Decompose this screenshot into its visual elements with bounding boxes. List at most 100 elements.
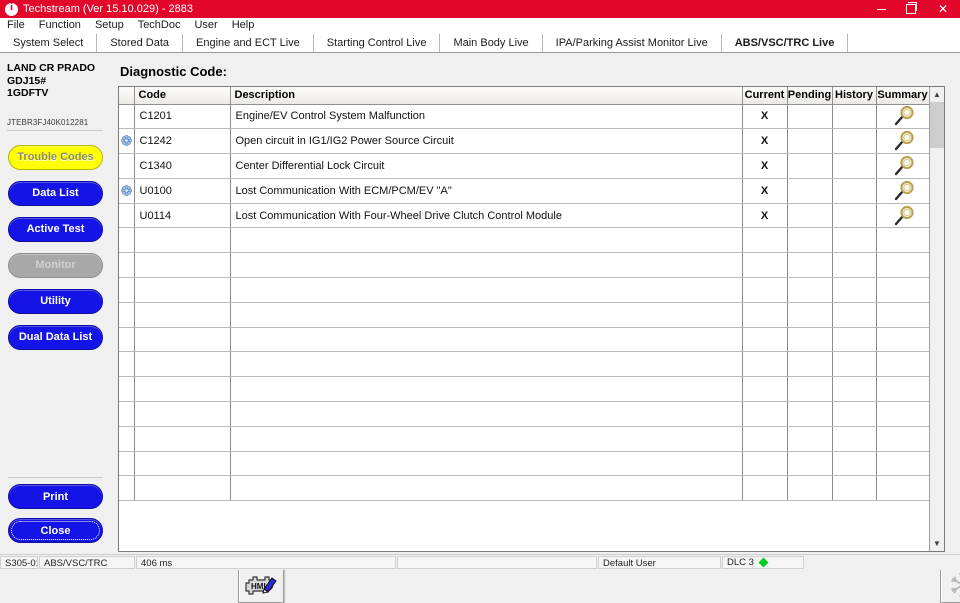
cell-history xyxy=(832,376,877,403)
col-header-pending[interactable]: Pending xyxy=(787,87,833,105)
cell-code xyxy=(134,351,231,378)
tab-starting-control-live[interactable]: Starting Control Live xyxy=(314,34,441,52)
table-row-empty[interactable] xyxy=(119,327,929,353)
status-spacer xyxy=(397,556,597,569)
table-row-empty[interactable] xyxy=(119,401,929,427)
close-button[interactable]: Close xyxy=(8,518,103,543)
vehicle-code: GDJ15# xyxy=(7,74,47,87)
magnifier-icon[interactable] xyxy=(890,205,916,227)
minimize-icon[interactable] xyxy=(866,0,896,18)
magnifier-icon[interactable] xyxy=(890,130,916,152)
table-row-empty[interactable] xyxy=(119,252,929,279)
sidebar-item-data-list[interactable]: Data List xyxy=(8,180,103,206)
cell-summary[interactable] xyxy=(876,178,929,204)
tab-system-select[interactable]: System Select xyxy=(0,34,98,52)
cell-history xyxy=(832,178,877,204)
cell-pending xyxy=(787,327,833,353)
cell-flag xyxy=(119,376,135,403)
vertical-scrollbar[interactable]: ▲ ▼ xyxy=(929,87,944,551)
menu-item-setup[interactable]: Setup xyxy=(88,18,131,33)
cell-code xyxy=(134,401,231,427)
techstream-circle-icon xyxy=(5,2,18,16)
cell-summary[interactable] xyxy=(876,203,929,229)
engine-mil-edit-button[interactable]: HMI xyxy=(238,567,284,603)
menu-item-file[interactable]: File xyxy=(0,18,32,33)
cell-summary[interactable] xyxy=(876,128,929,155)
cell-current xyxy=(742,277,788,303)
col-header-current[interactable]: Current xyxy=(742,87,788,105)
tab-stored-data[interactable]: Stored Data xyxy=(97,34,184,52)
magnifier-icon[interactable] xyxy=(890,105,916,127)
cell-code xyxy=(134,227,231,254)
cell-flag[interactable] xyxy=(119,178,135,204)
cell-flag xyxy=(119,252,135,279)
sidebar-item-utility[interactable]: Utility xyxy=(8,288,103,314)
sidebar-item-active-test[interactable]: Active Test xyxy=(8,216,103,242)
table-row[interactable]: C1242 Open circuit in IG1/IG2 Power Sourc… xyxy=(119,128,929,155)
cell-current xyxy=(742,401,788,427)
cell-code xyxy=(134,252,231,279)
table-row[interactable]: C1340 Center Differential Lock Circuit X xyxy=(119,153,929,179)
cell-code xyxy=(134,426,231,452)
cell-pending xyxy=(787,153,833,179)
menu-item-help[interactable]: Help xyxy=(225,18,262,33)
cell-flag[interactable] xyxy=(119,128,135,155)
table-row-empty[interactable] xyxy=(119,302,929,328)
engine-mil-edit-icon: HMI xyxy=(245,576,277,595)
scroll-up-arrow[interactable]: ▲ xyxy=(930,87,944,102)
freeze-frame-icon[interactable] xyxy=(120,184,132,196)
table-row-empty[interactable] xyxy=(119,451,929,477)
col-header-description[interactable]: Description xyxy=(230,87,743,105)
col-header-summary[interactable]: Summary xyxy=(876,87,929,105)
table-row[interactable]: U0100 Lost Communication With ECM/PCM/EV … xyxy=(119,178,929,204)
restore-icon[interactable] xyxy=(896,0,926,18)
cell-flag xyxy=(119,203,135,229)
col-header-history[interactable]: History xyxy=(832,87,877,105)
scrollbar-track[interactable] xyxy=(930,102,944,536)
table-row-empty[interactable] xyxy=(119,426,929,452)
cell-history xyxy=(832,128,877,155)
tab-ipa-parking-assist-monitor-live[interactable]: IPA/Parking Assist Monitor Live xyxy=(543,34,722,52)
table-row-empty[interactable] xyxy=(119,475,929,502)
cell-code: C1201 xyxy=(134,104,231,130)
menu-item-function[interactable]: Function xyxy=(32,18,88,33)
cell-description xyxy=(230,227,743,254)
cell-summary[interactable] xyxy=(876,153,929,179)
menu-item-techdoc[interactable]: TechDoc xyxy=(131,18,188,33)
cell-summary xyxy=(876,401,929,427)
freeze-frame-icon[interactable] xyxy=(120,135,132,147)
snowflake-icon xyxy=(951,573,960,597)
col-header-flag[interactable] xyxy=(119,87,135,105)
status-connector: DLC 3 xyxy=(722,556,804,569)
table-row[interactable]: U0114 Lost Communication With Four-Wheel … xyxy=(119,203,929,229)
cell-current xyxy=(742,227,788,254)
magnifier-icon[interactable] xyxy=(890,180,916,202)
tab-main-body-live[interactable]: Main Body Live xyxy=(440,34,543,52)
scroll-down-arrow[interactable]: ▼ xyxy=(930,536,944,551)
table-row[interactable]: C1201 Engine/EV Control System Malfunctio… xyxy=(119,104,929,130)
sidebar-item-trouble-codes[interactable]: Trouble Codes xyxy=(8,144,103,170)
cell-history xyxy=(832,401,877,427)
table-row-empty[interactable] xyxy=(119,277,929,303)
sidebar-item-dual-data-list[interactable]: Dual Data List xyxy=(8,324,103,350)
col-header-code[interactable]: Code xyxy=(134,87,231,105)
tab-abs-vsc-trc-live[interactable]: ABS/VSC/TRC Live xyxy=(722,34,849,52)
sidebar-divider xyxy=(8,477,103,478)
table-row-empty[interactable] xyxy=(119,351,929,378)
table-row-empty[interactable] xyxy=(119,227,929,254)
cell-pending xyxy=(787,277,833,303)
table-row-empty[interactable] xyxy=(119,376,929,403)
magnifier-icon[interactable] xyxy=(890,155,916,177)
menu-bar: File Function Setup TechDoc User Help xyxy=(0,18,960,33)
cell-history xyxy=(832,153,877,179)
cell-summary xyxy=(876,327,929,353)
tab-engine-and-ect-live[interactable]: Engine and ECT Live xyxy=(183,34,314,52)
close-icon[interactable]: ✕ xyxy=(926,0,960,18)
cell-description xyxy=(230,302,743,328)
cell-flag xyxy=(119,451,135,477)
green-status-led xyxy=(758,557,769,568)
cell-summary[interactable] xyxy=(876,104,929,130)
print-button[interactable]: Print xyxy=(8,484,103,509)
menu-item-user[interactable]: User xyxy=(187,18,224,33)
scrollbar-thumb[interactable] xyxy=(930,102,944,148)
